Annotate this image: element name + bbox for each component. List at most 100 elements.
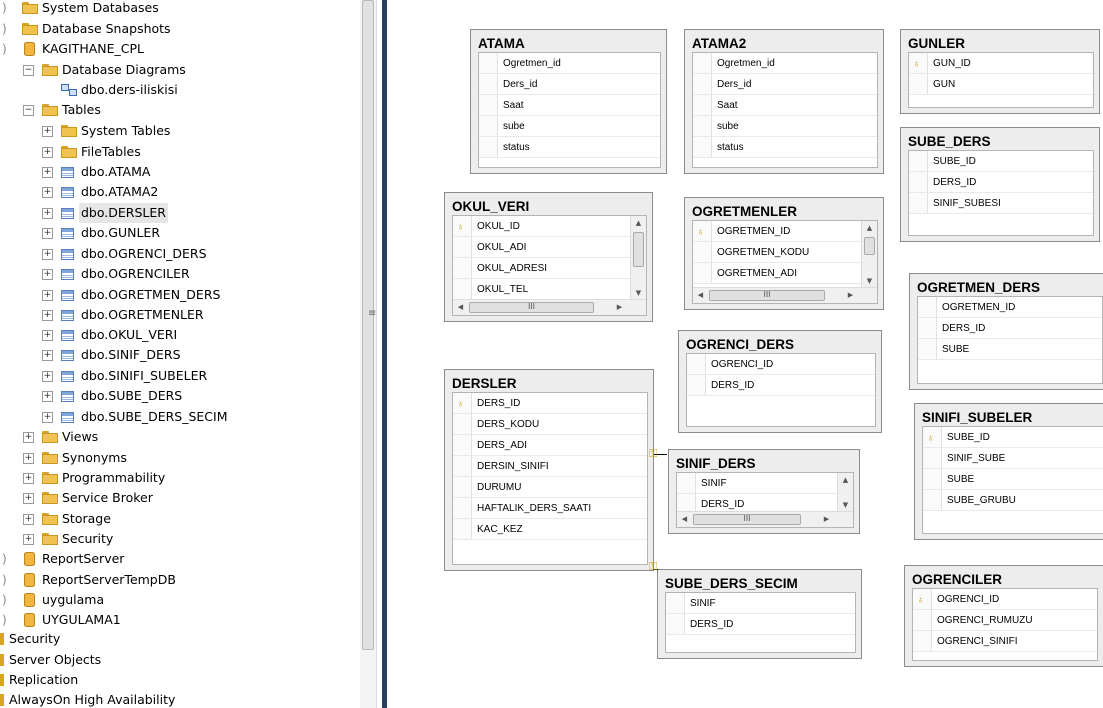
- column-list[interactable]: SINIF DERS_ID ▲ ▼ ◀ ▶ III: [676, 472, 854, 528]
- row-selector[interactable]: [453, 498, 472, 518]
- row-selector[interactable]: [479, 95, 498, 115]
- table-ogrenciler[interactable]: OGRENCILER ♀ OGRENCI_ID OGRENCI_RUMUZU OGREN…: [904, 565, 1103, 667]
- tree-item-dbo-ogretmen-ders[interactable]: + dbo.OGRETMEN_DERS: [0, 285, 360, 305]
- column-row[interactable]: OGRETMEN_ADI: [693, 263, 861, 284]
- row-selector[interactable]: [909, 74, 928, 94]
- row-selector[interactable]: [479, 137, 498, 157]
- tree-item-uygulama[interactable]: ) uygulama: [0, 590, 360, 610]
- column-row[interactable]: DERS_KODU: [453, 414, 647, 435]
- table-sube-ders-secim[interactable]: SUBE_DERS_SECIM SINIF DERS_ID: [657, 569, 862, 659]
- row-selector[interactable]: [453, 258, 472, 278]
- column-list[interactable]: OGRENCI_ID DERS_ID: [686, 353, 876, 427]
- tree-item-dbo-ders-iliskisi[interactable]: dbo.ders-iliskisi: [0, 80, 360, 100]
- column-row[interactable]: ♀ OGRETMEN_ID: [693, 221, 861, 242]
- column-list[interactable]: ♀ OGRENCI_ID OGRENCI_RUMUZU OGRENCI_SINIFI: [912, 588, 1098, 661]
- expand-icon[interactable]: +: [42, 330, 53, 341]
- row-selector[interactable]: [687, 375, 706, 395]
- tree-item-dbo-sube-ders[interactable]: + dbo.SUBE_DERS: [0, 386, 360, 406]
- row-selector[interactable]: [923, 448, 942, 468]
- expand-icon[interactable]: +: [23, 534, 34, 545]
- row-selector[interactable]: [918, 297, 937, 317]
- tree-item-dbo-ogrenci-ders[interactable]: + dbo.OGRENCI_DERS: [0, 244, 360, 264]
- tree-item-replication[interactable]: Replication: [0, 670, 360, 690]
- scroll-right-icon[interactable]: ▶: [843, 288, 858, 303]
- row-selector[interactable]: [453, 414, 472, 434]
- column-row[interactable]: DERS_ID: [918, 318, 1102, 339]
- row-selector[interactable]: [687, 354, 706, 374]
- row-selector[interactable]: [666, 614, 685, 634]
- expand-icon[interactable]: +: [23, 473, 34, 484]
- row-selector[interactable]: [479, 53, 498, 73]
- expand-icon[interactable]: +: [23, 493, 34, 504]
- column-row[interactable]: GUN: [909, 74, 1093, 95]
- expand-icon[interactable]: +: [42, 371, 53, 382]
- column-row[interactable]: DERS_ID: [909, 172, 1093, 193]
- column-row[interactable]: DERSIN_SINIFI: [453, 456, 647, 477]
- column-row[interactable]: status: [693, 137, 877, 158]
- relationship-key-icon[interactable]: ⚿: [649, 561, 657, 572]
- column-row[interactable]: SUBE_ID: [909, 151, 1093, 172]
- column-row[interactable]: Saat: [693, 95, 877, 116]
- row-selector[interactable]: [453, 477, 472, 497]
- scroll-left-icon[interactable]: ◀: [677, 512, 692, 527]
- expand-icon[interactable]: +: [42, 412, 53, 423]
- column-row[interactable]: sube: [479, 116, 660, 137]
- scrollbar-thumb[interactable]: III: [709, 290, 825, 301]
- row-selector[interactable]: [479, 74, 498, 94]
- tree-item-server-objects[interactable]: Server Objects: [0, 650, 360, 670]
- expand-icon[interactable]: +: [23, 432, 34, 443]
- scroll-up-icon[interactable]: ▲: [838, 473, 853, 488]
- expand-icon[interactable]: +: [42, 147, 53, 158]
- row-selector[interactable]: [923, 469, 942, 489]
- table-okul-veri[interactable]: OKUL_VERI ♀ OKUL_ID OKUL_ADI OKUL_ADRESI OKUL…: [444, 192, 653, 322]
- row-selector[interactable]: [913, 631, 932, 651]
- table-atama2[interactable]: ATAMA2 Ogretmen_id Ders_id Saat sube status: [684, 29, 884, 174]
- tree-item-security[interactable]: Security: [0, 629, 360, 649]
- column-list[interactable]: Ogretmen_id Ders_id Saat sube status: [478, 52, 661, 168]
- column-row[interactable]: SINIF_SUBE: [923, 448, 1103, 469]
- table-gunler[interactable]: GUNLER ♀ GUN_ID GUN: [900, 29, 1100, 114]
- table-ogretmenler[interactable]: OGRETMENLER ♀ OGRETMEN_ID OGRETMEN_KODU OGRE…: [684, 197, 884, 310]
- row-selector[interactable]: [693, 242, 712, 262]
- column-list[interactable]: ♀ GUN_ID GUN: [908, 52, 1094, 108]
- column-list[interactable]: ♀ SUBE_ID SINIF_SUBE SUBE SUBE_GRUBU: [922, 426, 1103, 534]
- column-row[interactable]: KAC_KEZ: [453, 519, 647, 540]
- column-list[interactable]: SUBE_ID DERS_ID SINIF_SUBESI: [908, 150, 1094, 236]
- row-selector[interactable]: [453, 279, 472, 299]
- table-horizontal-scrollbar[interactable]: ◀ ▶ III: [677, 511, 853, 527]
- expand-icon[interactable]: +: [42, 310, 53, 321]
- row-selector[interactable]: [693, 116, 712, 136]
- tree-item-system-tables[interactable]: + System Tables: [0, 121, 360, 141]
- column-row[interactable]: OGRENCI_ID: [687, 354, 875, 375]
- tree-item-uygulama1[interactable]: ) UYGULAMA1: [0, 610, 360, 630]
- tree-item-security[interactable]: + Security: [0, 529, 360, 549]
- table-vertical-scrollbar[interactable]: ▲ ▼: [630, 216, 646, 301]
- diagram-canvas[interactable]: ATAMA Ogretmen_id Ders_id Saat sube status ATA…: [387, 0, 1103, 708]
- row-selector[interactable]: [677, 473, 696, 493]
- column-row[interactable]: SUBE: [918, 339, 1102, 360]
- scroll-left-icon[interactable]: ◀: [453, 300, 468, 315]
- tree-item-storage[interactable]: + Storage: [0, 509, 360, 529]
- column-row[interactable]: OKUL_TEL: [453, 279, 630, 300]
- column-row[interactable]: DERS_ADI: [453, 435, 647, 456]
- scrollbar-thumb[interactable]: III: [469, 302, 594, 313]
- column-row[interactable]: OKUL_ADI: [453, 237, 630, 258]
- expand-icon[interactable]: +: [42, 187, 53, 198]
- table-vertical-scrollbar[interactable]: ▲ ▼: [861, 221, 877, 289]
- tree-item-tables[interactable]: − Tables: [0, 100, 360, 120]
- row-selector[interactable]: [479, 116, 498, 136]
- expand-icon[interactable]: +: [42, 249, 53, 260]
- column-row[interactable]: SINIF: [677, 473, 837, 494]
- expand-icon[interactable]: +: [23, 514, 34, 525]
- column-list[interactable]: ♀ DERS_ID DERS_KODU DERS_ADI DERSIN_SINIFI DU…: [452, 392, 648, 565]
- column-list[interactable]: ♀ OKUL_ID OKUL_ADI OKUL_ADRESI OKUL_TEL ▲ ▼ ◀ ▶ I…: [452, 215, 647, 316]
- tree-item-dbo-sube-ders-secim[interactable]: + dbo.SUBE_DERS_SECIM: [0, 407, 360, 427]
- scroll-right-icon[interactable]: ▶: [819, 512, 834, 527]
- splitter-grip-icon[interactable]: ≡: [368, 308, 376, 319]
- row-selector[interactable]: [909, 193, 928, 213]
- expand-icon[interactable]: +: [23, 453, 34, 464]
- table-ogrenci-ders[interactable]: OGRENCI_DERS OGRENCI_ID DERS_ID: [678, 330, 882, 433]
- column-row[interactable]: DERS_ID: [687, 375, 875, 396]
- tree-item-dbo-okul-veri[interactable]: + dbo.OKUL_VERI: [0, 325, 360, 345]
- table-sinif-ders[interactable]: SINIF_DERS SINIF DERS_ID ▲ ▼ ◀ ▶ III: [668, 449, 860, 534]
